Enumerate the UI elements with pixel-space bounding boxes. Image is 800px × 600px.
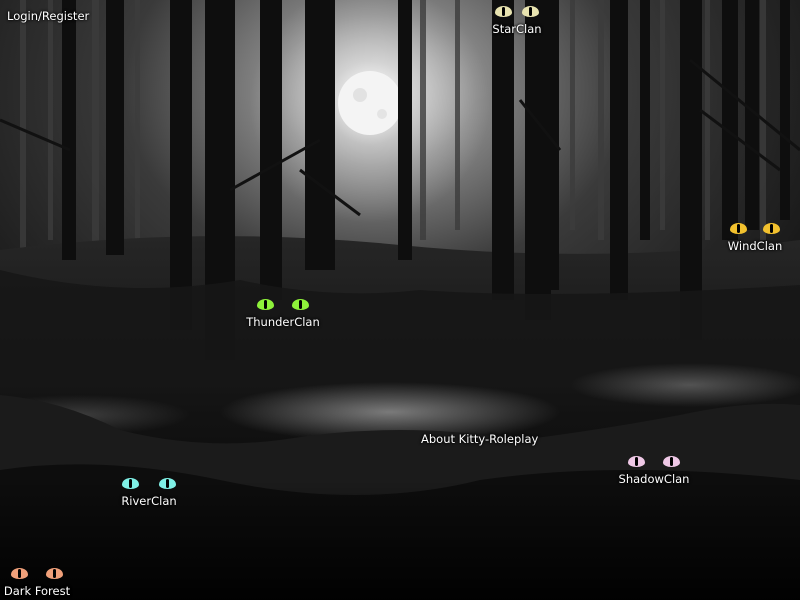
windclan-link[interactable]: WindClan bbox=[720, 223, 790, 253]
thunderclan-link[interactable]: ThunderClan bbox=[240, 299, 326, 329]
about-link[interactable]: About Kitty-Roleplay bbox=[421, 432, 538, 446]
right-eye-icon bbox=[159, 478, 176, 489]
starclan-link[interactable]: StarClan bbox=[482, 6, 552, 36]
darkforest-link[interactable]: Dark Forest bbox=[0, 568, 74, 598]
shadowclan-link[interactable]: ShadowClan bbox=[612, 456, 696, 486]
darkforest-label: Dark Forest bbox=[3, 584, 71, 598]
left-eye-icon bbox=[122, 478, 139, 489]
right-eye-icon bbox=[46, 568, 63, 579]
riverclan-eyes-icon bbox=[122, 478, 176, 492]
right-eye-icon bbox=[763, 223, 780, 234]
right-eye-icon bbox=[522, 6, 539, 17]
thunderclan-eyes-icon bbox=[257, 299, 309, 313]
windclan-label: WindClan bbox=[727, 239, 783, 253]
riverclan-label: RiverClan bbox=[121, 494, 177, 508]
left-eye-icon bbox=[628, 456, 645, 467]
left-eye-icon bbox=[495, 6, 512, 17]
riverclan-link[interactable]: RiverClan bbox=[112, 478, 186, 508]
left-eye-icon bbox=[257, 299, 274, 310]
forest-background bbox=[0, 0, 800, 600]
starclan-label: StarClan bbox=[492, 22, 542, 36]
login-register-link[interactable]: Login/Register bbox=[7, 9, 89, 23]
thunderclan-label: ThunderClan bbox=[246, 315, 320, 329]
shadowclan-label: ShadowClan bbox=[618, 472, 690, 486]
darkforest-eyes-icon bbox=[11, 568, 63, 582]
windclan-eyes-icon bbox=[730, 223, 780, 237]
left-eye-icon bbox=[11, 568, 28, 579]
left-eye-icon bbox=[730, 223, 747, 234]
starclan-eyes-icon bbox=[495, 6, 539, 20]
shadowclan-eyes-icon bbox=[628, 456, 680, 470]
right-eye-icon bbox=[663, 456, 680, 467]
right-eye-icon bbox=[292, 299, 309, 310]
